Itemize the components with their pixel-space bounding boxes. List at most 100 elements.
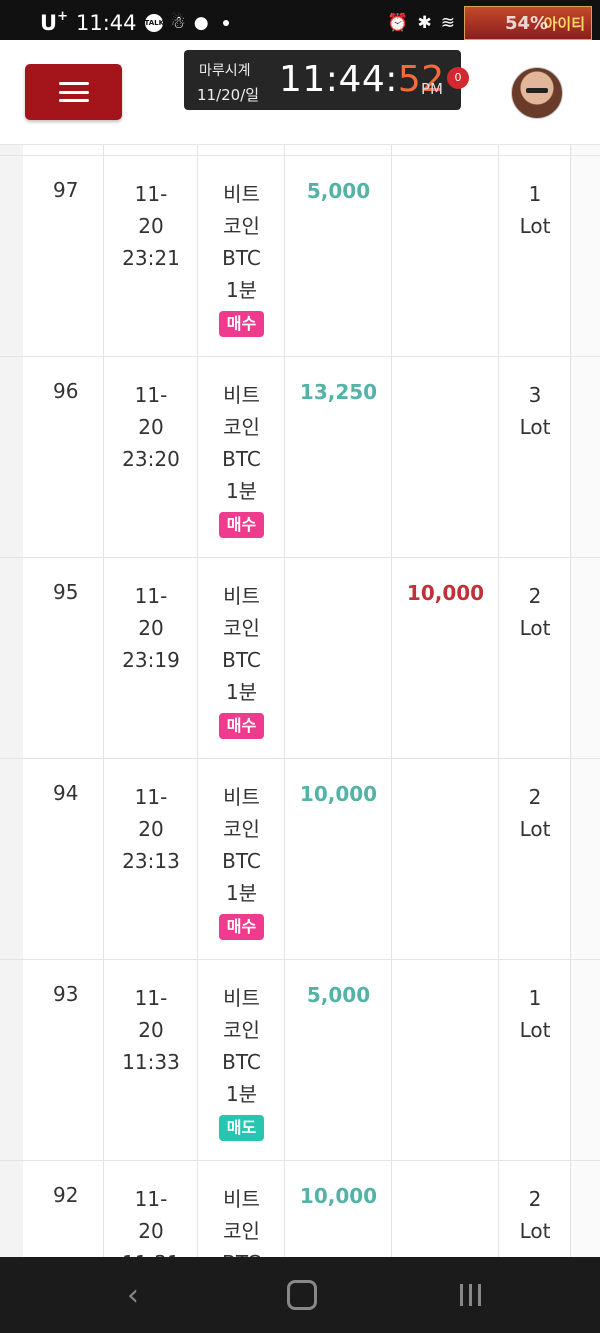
lot-count: 3: [528, 383, 542, 407]
cell-profit: 5,000: [285, 156, 392, 356]
side-badge: 매수: [218, 512, 265, 538]
trade-day: 20: [138, 415, 164, 439]
notification-badge[interactable]: 0: [447, 67, 469, 89]
trade-number: 93: [53, 982, 79, 1006]
back-icon: ‹: [127, 1277, 139, 1313]
item-interval: 1분: [225, 479, 258, 503]
cell-item: 비트 코인 BTC: [198, 1161, 285, 1257]
trade-month: 11-: [134, 1187, 168, 1211]
cell-extra: [571, 1161, 600, 1257]
wifi-icon: ≋: [440, 13, 455, 33]
cell-loss: [392, 1161, 499, 1257]
cell-profit: 10,000: [285, 1161, 392, 1257]
cell-number: 93: [23, 960, 104, 1160]
cell-datetime: 11- 20 23:21: [104, 156, 198, 356]
trade-month: 11-: [134, 383, 168, 407]
cell-profit: 13,250: [285, 357, 392, 557]
table-row[interactable]: 95 11- 20 23:19 비트 코인 BTC 1분 매수 10,000 2…: [0, 557, 600, 758]
home-button[interactable]: [272, 1277, 332, 1313]
item-interval: 1분: [225, 680, 258, 704]
cell-datetime: 11- 20 11:21: [104, 1161, 198, 1257]
trade-month: 11-: [134, 584, 168, 608]
clock-time: 11:44:52: [279, 59, 445, 100]
cell-item: 비트 코인 BTC 1분 매수: [198, 759, 285, 959]
item-interval: 1분: [225, 278, 258, 302]
clock-label: 마루시계: [199, 63, 251, 79]
item-symbol: BTC: [222, 648, 261, 672]
lot-unit: Lot: [519, 214, 551, 238]
item-name-2: 코인: [223, 1219, 260, 1243]
profit-value: 5,000: [306, 983, 371, 1007]
cell-profit: 10,000: [285, 759, 392, 959]
table-row[interactable]: 94 11- 20 23:13 비트 코인 BTC 1분 매수 10,000 2…: [0, 758, 600, 959]
menu-button[interactable]: [25, 64, 122, 120]
cell-loss: [392, 960, 499, 1160]
loss-value: 10,000: [406, 581, 485, 605]
profit-value: 10,000: [299, 1184, 378, 1208]
bluetooth-icon: ✱: [417, 13, 432, 33]
cell-datetime: 11- 20 23:20: [104, 357, 198, 557]
alarm-icon: ⏰: [387, 13, 409, 33]
item-name-2: 코인: [223, 214, 260, 238]
lot-unit: Lot: [519, 1219, 551, 1243]
clock-ampm: PM: [421, 80, 443, 98]
back-button[interactable]: ‹: [103, 1277, 163, 1313]
trade-day: 20: [138, 1219, 164, 1243]
side-badge: 매수: [218, 311, 265, 337]
item-symbol: BTC: [222, 849, 261, 873]
trade-day: 20: [138, 1018, 164, 1042]
lot-count: 2: [528, 584, 542, 608]
cell-datetime: 11- 20 23:13: [104, 759, 198, 959]
trade-number: 92: [53, 1183, 79, 1207]
trade-time: 11:21: [104, 1247, 198, 1257]
cell-profit: 5,000: [285, 960, 392, 1160]
lot-count: 2: [528, 785, 542, 809]
cell-loss: [392, 759, 499, 959]
trade-month: 11-: [134, 986, 168, 1010]
cell-item: 비트 코인 BTC 1분 매수: [198, 156, 285, 356]
avatar[interactable]: [511, 67, 563, 119]
cell-number: 96: [23, 357, 104, 557]
item-name-2: 코인: [223, 415, 260, 439]
trade-time: 11:33: [122, 1050, 180, 1074]
table-row[interactable]: 93 11- 20 11:33 비트 코인 BTC 1분 매도 5,000 1 …: [0, 959, 600, 1160]
profit-value: 5,000: [306, 179, 371, 203]
maru-clock: 마루시계 11/20/일 11:44:52 PM: [184, 50, 461, 110]
watermark-logo: 54% 아이티: [464, 6, 592, 40]
cell-extra: [571, 357, 600, 557]
item-name-1: 비트: [223, 584, 260, 608]
table-row[interactable]: 92 11- 20 11:21 비트 코인 BTC 10,000: [0, 1160, 600, 1257]
item-name-1: 비트: [223, 986, 260, 1010]
trade-day: 20: [138, 616, 164, 640]
clock-date: 11/20/일: [197, 86, 260, 104]
trade-number: 94: [53, 781, 79, 805]
cell-loss: [392, 357, 499, 557]
item-symbol: BTC: [198, 1247, 285, 1257]
cell-datetime: 11- 20 23:19: [104, 558, 198, 758]
lot-unit: Lot: [519, 817, 551, 841]
carrier-label: U+: [40, 9, 68, 35]
cell-extra: [571, 960, 600, 1160]
side-badge: 매수: [218, 914, 265, 940]
table-row[interactable]: 96 11- 20 23:20 비트 코인 BTC 1분 매수 13,250 3…: [0, 356, 600, 557]
lot-count: 1: [528, 986, 542, 1010]
system-nav-bar: ‹: [0, 1257, 600, 1333]
recent-apps-button[interactable]: [440, 1277, 500, 1313]
side-badge: 매도: [218, 1115, 265, 1141]
item-symbol: BTC: [222, 1050, 261, 1074]
trade-month: 11-: [134, 785, 168, 809]
trade-time: 23:13: [122, 849, 180, 873]
cell-lot: 1 Lot: [499, 156, 571, 356]
app-notification-icon: ☃: [170, 13, 186, 33]
trade-time: 23:19: [122, 648, 180, 672]
trade-time: 23:20: [122, 447, 180, 471]
trade-number: 95: [53, 580, 79, 604]
side-badge: 매수: [218, 713, 265, 739]
trade-history-table[interactable]: 97 11- 20 23:21 비트 코인 BTC 1분 매수 5,000 1 …: [0, 145, 600, 1257]
cell-extra: [571, 156, 600, 356]
recent-apps-icon: [459, 1284, 481, 1306]
item-name-2: 코인: [223, 1018, 260, 1042]
trade-time: 23:21: [122, 246, 180, 270]
item-name-1: 비트: [223, 1187, 260, 1211]
table-row[interactable]: 97 11- 20 23:21 비트 코인 BTC 1분 매수 5,000 1 …: [0, 155, 600, 356]
